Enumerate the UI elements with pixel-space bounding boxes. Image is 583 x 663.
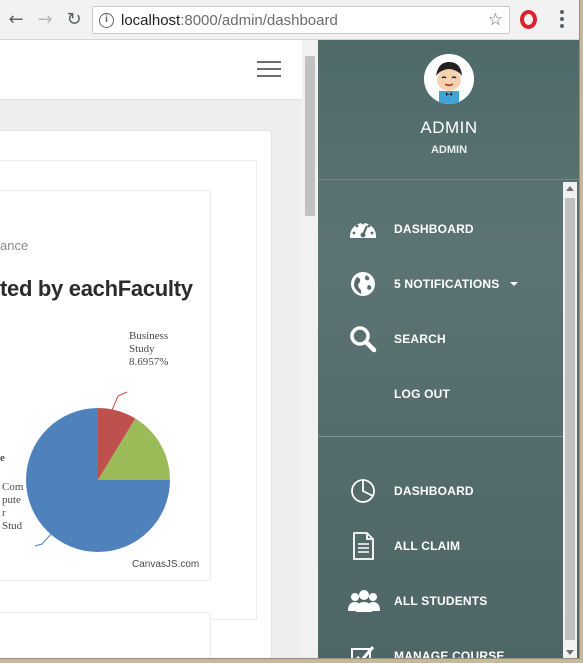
address-bar[interactable]: i localhost:8000/admin/dashboard ☆: [92, 6, 510, 34]
nav-label: DASHBOARD: [394, 484, 474, 498]
chart-subtitle: ance: [0, 238, 29, 253]
right-sidebar: ADMIN ADMIN DASHBOARD 5 NOTIFICATIONS SE…: [318, 40, 579, 659]
page-content: ance ted by eachFaculty Business Study 8…: [0, 40, 318, 658]
nav-divider: [318, 436, 563, 437]
page-scrollbar-thumb[interactable]: [305, 56, 315, 216]
nav-label: DASHBOARD: [394, 222, 474, 236]
chart-title: ted by eachFaculty: [0, 276, 193, 301]
nav-label: MANAGE COURSE: [394, 649, 505, 659]
nav-dashboard-2[interactable]: DASHBOARD: [318, 472, 563, 512]
nav-logout[interactable]: LOG OUT: [318, 375, 563, 415]
nav-all-claim[interactable]: ALL CLAIM: [318, 527, 563, 567]
nav-label: ALL CLAIM: [394, 539, 461, 553]
speedometer-icon: [348, 214, 378, 244]
nav-label: LOG OUT: [394, 387, 451, 401]
forward-arrow-icon[interactable]: →: [33, 8, 57, 32]
sidebar-scrollbar[interactable]: [563, 182, 577, 658]
leader-line: [34, 532, 53, 547]
sidebar-scrollbar-thumb[interactable]: [565, 198, 575, 640]
url-path: :8000/admin/dashboard: [180, 12, 338, 29]
browser-toolbar: ← → ↻ i localhost:8000/admin/dashboard ☆: [0, 0, 579, 40]
search-icon: [348, 324, 378, 354]
globe-icon: [348, 269, 378, 299]
nav-search[interactable]: SEARCH: [318, 320, 563, 360]
reload-icon[interactable]: ↻: [62, 8, 86, 32]
nav-label: SEARCH: [394, 332, 446, 346]
bookmark-star-icon[interactable]: ☆: [488, 10, 503, 30]
page-scrollbar[interactable]: [302, 40, 318, 658]
browser-window: ← → ↻ i localhost:8000/admin/dashboard ☆…: [0, 0, 580, 659]
profile-section: ADMIN ADMIN: [318, 40, 579, 180]
nav-label: 5 NOTIFICATIONS: [394, 277, 500, 291]
slice-label-business-study: Business Study 8.6957%: [129, 330, 169, 368]
slice-label-computer-stud: Com pute r Stud: [2, 481, 24, 532]
back-arrow-icon[interactable]: ←: [4, 8, 28, 32]
scroll-up-icon[interactable]: [566, 186, 574, 191]
chevron-down-icon[interactable]: [510, 282, 518, 286]
nav-manage-course[interactable]: MANAGE COURSE: [318, 637, 563, 659]
pie-chart-icon: [348, 476, 378, 506]
url-host: localhost: [121, 12, 181, 29]
url-text[interactable]: localhost:8000/admin/dashboard: [121, 12, 338, 29]
hamburger-menu-icon[interactable]: [257, 61, 281, 79]
nav-all-students[interactable]: ALL STUDENTS: [318, 582, 563, 622]
top-navbar: [0, 40, 302, 100]
second-card: [0, 612, 211, 658]
info-icon[interactable]: i: [99, 13, 114, 28]
nav-dashboard[interactable]: DASHBOARD: [318, 210, 563, 250]
pie-chart: [26, 391, 170, 552]
chart-credit[interactable]: CanvasJS.com: [132, 559, 199, 570]
pie-edge-label: e: [0, 452, 5, 464]
leader-line: [111, 391, 128, 411]
nav-notifications[interactable]: 5 NOTIFICATIONS: [318, 265, 563, 305]
admin-role: ADMIN: [430, 144, 468, 156]
check-square-icon: [348, 641, 378, 658]
document-icon: [348, 531, 378, 561]
scroll-down-icon[interactable]: [566, 650, 574, 655]
users-icon: [348, 586, 380, 616]
admin-name: ADMIN: [420, 118, 478, 137]
nav-label: ALL STUDENTS: [394, 594, 488, 608]
more-menu-icon[interactable]: [552, 8, 572, 32]
opera-icon[interactable]: [520, 10, 537, 29]
avatar[interactable]: [424, 54, 474, 104]
